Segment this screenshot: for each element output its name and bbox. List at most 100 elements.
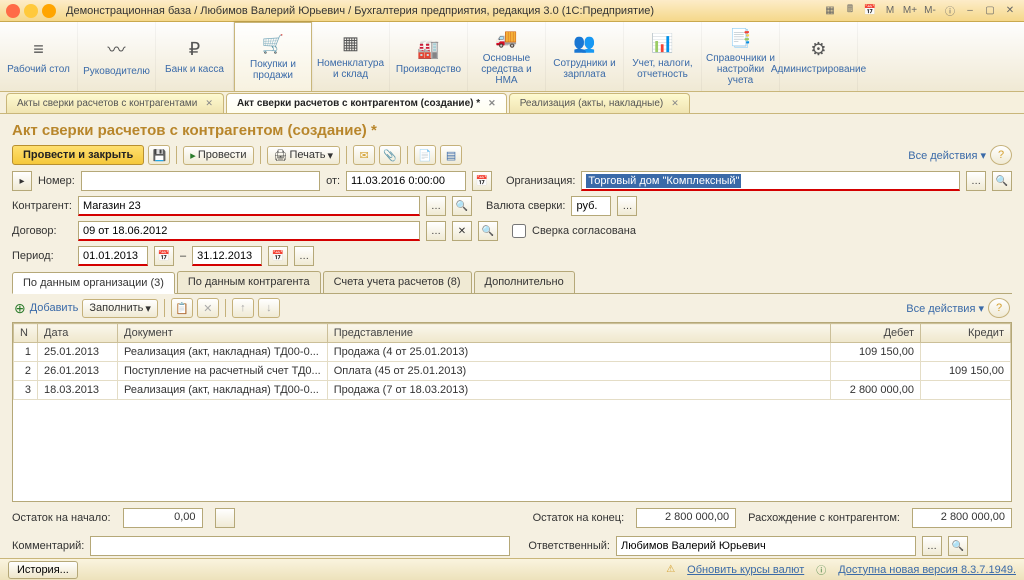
close-icon[interactable]: ✕ [488, 98, 496, 109]
rib-prod[interactable]: 🏭Производство [390, 22, 468, 91]
period-to-input[interactable] [192, 246, 262, 266]
subtab-contr[interactable]: По данным контрагента [177, 271, 321, 293]
factory-icon: 🏭 [417, 39, 439, 60]
tb-grid-icon[interactable]: ▦ [822, 3, 838, 19]
expand-icon[interactable]: ▸ [12, 171, 32, 191]
rib-manager[interactable]: 〰Руководителю [78, 22, 156, 91]
copy-icon[interactable]: 📋 [171, 298, 193, 318]
play-icon: ▸ [190, 149, 196, 162]
number-input[interactable] [81, 171, 320, 191]
subtab-org[interactable]: По данным организации (3) [12, 272, 175, 294]
select-icon[interactable]: … [426, 221, 446, 241]
currency-input[interactable] [571, 196, 611, 216]
tab-sales[interactable]: Реализация (акты, накладные)✕ [509, 93, 690, 113]
warn-icon: ⚠ [666, 564, 675, 575]
delete-icon[interactable]: ✕ [197, 298, 219, 318]
help-icon[interactable]: ? [990, 145, 1012, 165]
doc-icon[interactable]: 📄 [414, 145, 436, 165]
open-icon[interactable]: 🔍 [992, 171, 1012, 191]
open-icon[interactable]: 🔍 [478, 221, 498, 241]
info-icon: ⓘ [816, 562, 826, 577]
open-icon[interactable]: 🔍 [948, 536, 968, 556]
rib-stock[interactable]: ▦Номенклатура и склад [312, 22, 390, 91]
fill-button[interactable]: Заполнить ▾ [82, 299, 158, 318]
col-n[interactable]: N [14, 324, 38, 343]
print-button[interactable]: 🖨Печать▾ [267, 146, 341, 165]
titlebar-right: ▦ 🖩 📅 M M+ M- ⓘ – ▢ ✕ [822, 3, 1018, 19]
post-button[interactable]: ▸Провести [183, 146, 253, 165]
maximize-icon[interactable]: ▢ [982, 3, 998, 19]
col-date[interactable]: Дата [38, 324, 118, 343]
rib-desktop[interactable]: ≡Рабочий стол [0, 22, 78, 91]
row-contract: Договор: … ✕ 🔍 Сверка согласована [12, 221, 1012, 241]
rib-bank[interactable]: ₽Банк и касса [156, 22, 234, 91]
plus-icon[interactable]: ⊕ [14, 300, 26, 317]
col-debit[interactable]: Дебет [831, 324, 921, 343]
rib-ref[interactable]: 📑Справочники и настройки учета [702, 22, 780, 91]
calendar-icon[interactable]: 📅 [472, 171, 492, 191]
version-link[interactable]: Доступна новая версия 8.3.7.1949. [838, 564, 1016, 576]
table-row[interactable]: 125.01.2013Реализация (акт, накладная) Т… [14, 343, 1011, 362]
table-row[interactable]: 318.03.2013Реализация (акт, накладная) Т… [14, 381, 1011, 400]
open-icon[interactable]: 🔍 [452, 196, 472, 216]
comment-label: Комментарий: [12, 540, 84, 552]
period-from-input[interactable] [78, 246, 148, 266]
contractor-input[interactable] [78, 196, 420, 216]
resize-handle[interactable] [215, 508, 235, 528]
calendar-icon[interactable]: 📅 [268, 246, 288, 266]
rib-assets[interactable]: 🚚Основные средства и НМА [468, 22, 546, 91]
minimize-icon[interactable]: – [962, 3, 978, 19]
add-button[interactable]: Добавить [30, 302, 79, 314]
tb-mminus[interactable]: M- [922, 3, 938, 19]
org-input[interactable]: Торговый дом "Комплексный" [581, 171, 960, 191]
tab-acts-list[interactable]: Акты сверки расчетов с контрагентами✕ [6, 93, 224, 113]
rates-link[interactable]: Обновить курсы валют [687, 564, 804, 576]
select-icon[interactable]: … [966, 171, 986, 191]
resp-input[interactable] [616, 536, 916, 556]
col-repr[interactable]: Представление [327, 324, 830, 343]
all-actions-link[interactable]: Все действия ▾ [908, 149, 986, 162]
tab-act-create[interactable]: Акт сверки расчетов с контрагентом (созд… [226, 93, 507, 113]
help-icon[interactable]: ? [988, 298, 1010, 318]
rib-hr[interactable]: 👥Сотрудники и зарплата [546, 22, 624, 91]
rib-admin[interactable]: ⚙Администрирование [780, 22, 858, 91]
agreed-checkbox[interactable] [512, 224, 526, 238]
attach-icon[interactable]: 📎 [379, 145, 401, 165]
select-icon[interactable]: … [617, 196, 637, 216]
list-icon[interactable]: ▤ [440, 145, 462, 165]
tb-m[interactable]: M [882, 3, 898, 19]
col-credit[interactable]: Кредит [921, 324, 1011, 343]
table-row[interactable]: 226.01.2013Поступление на расчетный счет… [14, 362, 1011, 381]
post-and-close-button[interactable]: Провести и закрыть [12, 145, 144, 165]
date-input[interactable] [346, 171, 466, 191]
help-icon[interactable]: ⓘ [942, 3, 958, 19]
tb-mplus[interactable]: M+ [902, 3, 918, 19]
subtab-accounts[interactable]: Счета учета расчетов (8) [323, 271, 472, 293]
select-icon[interactable]: … [426, 196, 446, 216]
save-icon[interactable]: 💾 [148, 145, 170, 165]
up-icon[interactable]: ↑ [232, 298, 254, 318]
subtab-extra[interactable]: Дополнительно [474, 271, 575, 293]
rib-sales[interactable]: 🛒Покупки и продажи [234, 22, 312, 91]
rib-tax[interactable]: 📊Учет, налоги, отчетность [624, 22, 702, 91]
calendar-icon[interactable]: 📅 [154, 246, 174, 266]
close-icon[interactable]: ✕ [671, 98, 679, 109]
row-comment: Комментарий: Ответственный: … 🔍 [12, 536, 1012, 556]
clear-icon[interactable]: ✕ [452, 221, 472, 241]
contract-input[interactable] [78, 221, 420, 241]
col-doc[interactable]: Документ [118, 324, 328, 343]
docs-icon: 📑 [729, 28, 751, 49]
mail-icon[interactable]: ✉ [353, 145, 375, 165]
down-icon[interactable]: ↓ [258, 298, 280, 318]
tb-calc-icon[interactable]: 🖩 [842, 3, 858, 19]
close-icon[interactable]: ✕ [1002, 3, 1018, 19]
select-icon[interactable]: … [922, 536, 942, 556]
tb-cal-icon[interactable]: 📅 [862, 3, 878, 19]
comment-input[interactable] [90, 536, 510, 556]
period-select-icon[interactable]: … [294, 246, 314, 266]
gear-icon: ⚙ [810, 39, 826, 60]
close-icon[interactable]: ✕ [205, 98, 213, 109]
grid[interactable]: N Дата Документ Представление Дебет Кред… [12, 322, 1012, 502]
history-button[interactable]: История... [8, 561, 78, 579]
grid-all-actions[interactable]: Все действия ▾ [906, 302, 984, 315]
